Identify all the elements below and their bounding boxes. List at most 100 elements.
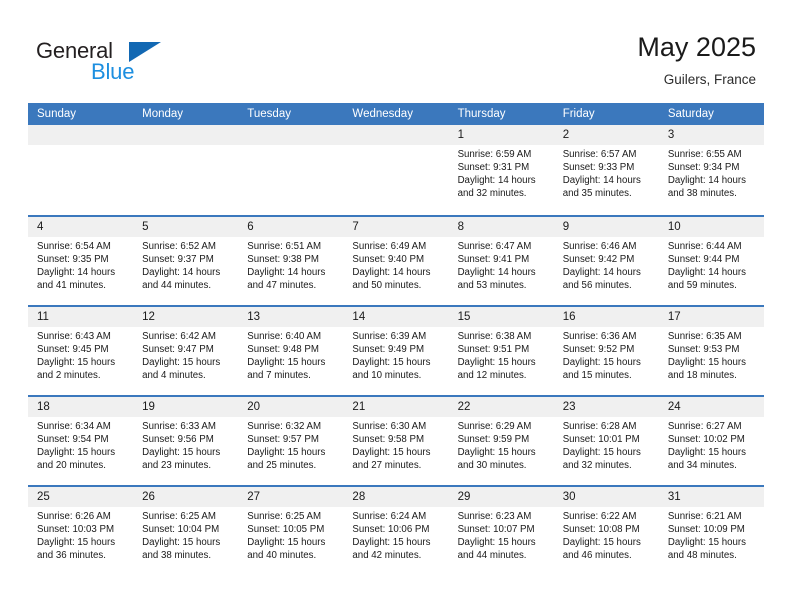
day-number: 13 — [238, 307, 344, 327]
daylight-text-line1: Daylight: 15 hours — [457, 447, 536, 459]
daylight-text-line1: Daylight: 15 hours — [562, 447, 641, 459]
sunset-text: Sunset: 9:49 PM — [352, 344, 425, 356]
daylight-text-line1: Daylight: 15 hours — [457, 537, 536, 549]
day-cell-8[interactable]: 8 Sunrise: 6:47 AM Sunset: 9:41 PM Dayli… — [448, 217, 554, 305]
daylight-text-line1: Daylight: 14 hours — [667, 175, 746, 187]
day-cell-2[interactable]: 2 Sunrise: 6:57 AM Sunset: 9:33 PM Dayli… — [553, 125, 659, 215]
daylight-text-line2: and 18 minutes. — [667, 370, 737, 382]
day-number: 26 — [133, 487, 239, 507]
day-cell-29[interactable]: 29 Sunrise: 6:23 AM Sunset: 10:07 PM Day… — [448, 487, 554, 575]
sunrise-text: Sunrise: 6:55 AM — [667, 149, 742, 160]
day-cell-22[interactable]: 22 Sunrise: 6:29 AM Sunset: 9:59 PM Dayl… — [448, 397, 554, 485]
day-info: Sunrise: 6:21 AM Sunset: 10:09 PM Daylig… — [659, 507, 764, 562]
sunrise-text: Sunrise: 6:22 AM — [562, 511, 637, 522]
day-number: 30 — [553, 487, 659, 507]
day-info: Sunrise: 6:24 AM Sunset: 10:06 PM Daylig… — [343, 507, 448, 562]
weekday-header-sunday: Sunday — [37, 108, 77, 120]
sunset-text: Sunset: 9:44 PM — [667, 254, 740, 266]
day-cell-11[interactable]: 11 Sunrise: 6:43 AM Sunset: 9:45 PM Dayl… — [28, 307, 134, 395]
day-cell-3[interactable]: 3 Sunrise: 6:55 AM Sunset: 9:34 PM Dayli… — [658, 125, 764, 215]
calendar-grid: Sunday Monday Tuesday Wednesday Thursday… — [28, 103, 764, 575]
sunrise-text: Sunrise: 6:46 AM — [562, 241, 637, 252]
day-cell-20[interactable]: 20 Sunrise: 6:32 AM Sunset: 9:57 PM Dayl… — [238, 397, 344, 485]
daylight-text-line1: Daylight: 15 hours — [562, 537, 641, 549]
sunrise-text: Sunrise: 6:38 AM — [457, 331, 532, 342]
day-cell-23[interactable]: 23 Sunrise: 6:28 AM Sunset: 10:01 PM Day… — [553, 397, 659, 485]
sunrise-text: Sunrise: 6:28 AM — [562, 421, 637, 432]
day-info: Sunrise: 6:32 AM Sunset: 9:57 PM Dayligh… — [238, 417, 343, 472]
weekday-header-row: Sunday Monday Tuesday Wednesday Thursday… — [28, 103, 764, 125]
sunset-text: Sunset: 9:58 PM — [352, 434, 425, 446]
daylight-text-line2: and 48 minutes. — [667, 550, 737, 562]
day-cell-31[interactable]: 31 Sunrise: 6:21 AM Sunset: 10:09 PM Day… — [658, 487, 764, 575]
day-cell-19[interactable]: 19 Sunrise: 6:33 AM Sunset: 9:56 PM Dayl… — [133, 397, 239, 485]
sunset-text: Sunset: 10:09 PM — [667, 524, 745, 536]
sunset-text: Sunset: 9:53 PM — [667, 344, 740, 356]
day-cell-21[interactable]: 21 Sunrise: 6:30 AM Sunset: 9:58 PM Dayl… — [343, 397, 449, 485]
sunset-text: Sunset: 9:56 PM — [142, 434, 214, 446]
day-cell-24[interactable]: 24 Sunrise: 6:27 AM Sunset: 10:02 PM Day… — [658, 397, 764, 485]
sunset-text: Sunset: 9:57 PM — [247, 434, 319, 446]
day-cell-17[interactable]: 17 Sunrise: 6:35 AM Sunset: 9:53 PM Dayl… — [658, 307, 764, 395]
day-cell-27[interactable]: 27 Sunrise: 6:25 AM Sunset: 10:05 PM Day… — [238, 487, 344, 575]
day-cell-4[interactable]: 4 Sunrise: 6:54 AM Sunset: 9:35 PM Dayli… — [28, 217, 134, 305]
daylight-text-line1: Daylight: 14 hours — [667, 267, 746, 279]
day-info — [133, 145, 238, 148]
sunset-text: Sunset: 9:51 PM — [457, 344, 530, 356]
day-cell-7[interactable]: 7 Sunrise: 6:49 AM Sunset: 9:40 PM Dayli… — [343, 217, 449, 305]
sunset-text: Sunset: 9:31 PM — [457, 162, 530, 174]
day-number: 11 — [28, 307, 134, 327]
day-number: 9 — [553, 217, 659, 237]
daylight-text-line2: and 46 minutes. — [562, 550, 632, 562]
day-number: 7 — [343, 217, 449, 237]
sunrise-text: Sunrise: 6:42 AM — [142, 331, 216, 342]
day-cell-6[interactable]: 6 Sunrise: 6:51 AM Sunset: 9:38 PM Dayli… — [238, 217, 344, 305]
daylight-text-line2: and 34 minutes. — [667, 460, 737, 472]
sunrise-text: Sunrise: 6:47 AM — [457, 241, 532, 252]
daylight-text-line1: Daylight: 14 hours — [37, 267, 116, 279]
day-number: 27 — [238, 487, 344, 507]
day-number — [238, 125, 344, 145]
sunrise-text: Sunrise: 6:39 AM — [352, 331, 427, 342]
day-info: Sunrise: 6:42 AM Sunset: 9:47 PM Dayligh… — [133, 327, 238, 382]
sunrise-text: Sunrise: 6:51 AM — [247, 241, 322, 252]
daylight-text-line2: and 20 minutes. — [37, 460, 106, 472]
day-cell-5[interactable]: 5 Sunrise: 6:52 AM Sunset: 9:37 PM Dayli… — [133, 217, 239, 305]
day-number: 8 — [448, 217, 554, 237]
day-cell-25[interactable]: 25 Sunrise: 6:26 AM Sunset: 10:03 PM Day… — [28, 487, 134, 575]
day-cell-26[interactable]: 26 Sunrise: 6:25 AM Sunset: 10:04 PM Day… — [133, 487, 239, 575]
sunset-text: Sunset: 9:33 PM — [562, 162, 635, 174]
daylight-text-line1: Daylight: 14 hours — [247, 267, 326, 279]
day-number: 22 — [448, 397, 554, 417]
day-cell-14[interactable]: 14 Sunrise: 6:39 AM Sunset: 9:49 PM Dayl… — [343, 307, 449, 395]
day-info: Sunrise: 6:39 AM Sunset: 9:49 PM Dayligh… — [343, 327, 448, 382]
page-header: General Blue May 2025 Guilers, France — [0, 0, 792, 103]
day-cell-1[interactable]: 1 Sunrise: 6:59 AM Sunset: 9:31 PM Dayli… — [448, 125, 554, 215]
brand-logo[interactable]: General Blue — [36, 38, 236, 84]
sunset-text: Sunset: 10:02 PM — [667, 434, 745, 446]
day-number: 28 — [343, 487, 449, 507]
daylight-text-line1: Daylight: 15 hours — [457, 357, 536, 369]
day-cell-9[interactable]: 9 Sunrise: 6:46 AM Sunset: 9:42 PM Dayli… — [553, 217, 659, 305]
day-cell-30[interactable]: 30 Sunrise: 6:22 AM Sunset: 10:08 PM Day… — [553, 487, 659, 575]
day-cell-16[interactable]: 16 Sunrise: 6:36 AM Sunset: 9:52 PM Dayl… — [553, 307, 659, 395]
day-cell-13[interactable]: 13 Sunrise: 6:40 AM Sunset: 9:48 PM Dayl… — [238, 307, 344, 395]
day-number: 23 — [553, 397, 659, 417]
weeks-container: 1 Sunrise: 6:59 AM Sunset: 9:31 PM Dayli… — [28, 125, 764, 575]
daylight-text-line1: Daylight: 15 hours — [247, 447, 326, 459]
day-cell-10[interactable]: 10 Sunrise: 6:44 AM Sunset: 9:44 PM Dayl… — [658, 217, 764, 305]
day-info: Sunrise: 6:25 AM Sunset: 10:05 PM Daylig… — [238, 507, 343, 562]
daylight-text-line2: and 35 minutes. — [562, 188, 632, 200]
day-cell-12[interactable]: 12 Sunrise: 6:42 AM Sunset: 9:47 PM Dayl… — [133, 307, 239, 395]
daylight-text-line2: and 12 minutes. — [457, 370, 527, 382]
day-cell-18[interactable]: 18 Sunrise: 6:34 AM Sunset: 9:54 PM Dayl… — [28, 397, 134, 485]
day-number: 15 — [448, 307, 554, 327]
weekday-header-friday: Friday — [562, 108, 595, 120]
sunset-text: Sunset: 9:37 PM — [142, 254, 214, 266]
day-cell-15[interactable]: 15 Sunrise: 6:38 AM Sunset: 9:51 PM Dayl… — [448, 307, 554, 395]
sunrise-text: Sunrise: 6:49 AM — [352, 241, 427, 252]
day-cell-28[interactable]: 28 Sunrise: 6:24 AM Sunset: 10:06 PM Day… — [343, 487, 449, 575]
sunset-text: Sunset: 10:03 PM — [37, 524, 115, 536]
day-info: Sunrise: 6:23 AM Sunset: 10:07 PM Daylig… — [449, 507, 554, 562]
day-number: 16 — [553, 307, 659, 327]
